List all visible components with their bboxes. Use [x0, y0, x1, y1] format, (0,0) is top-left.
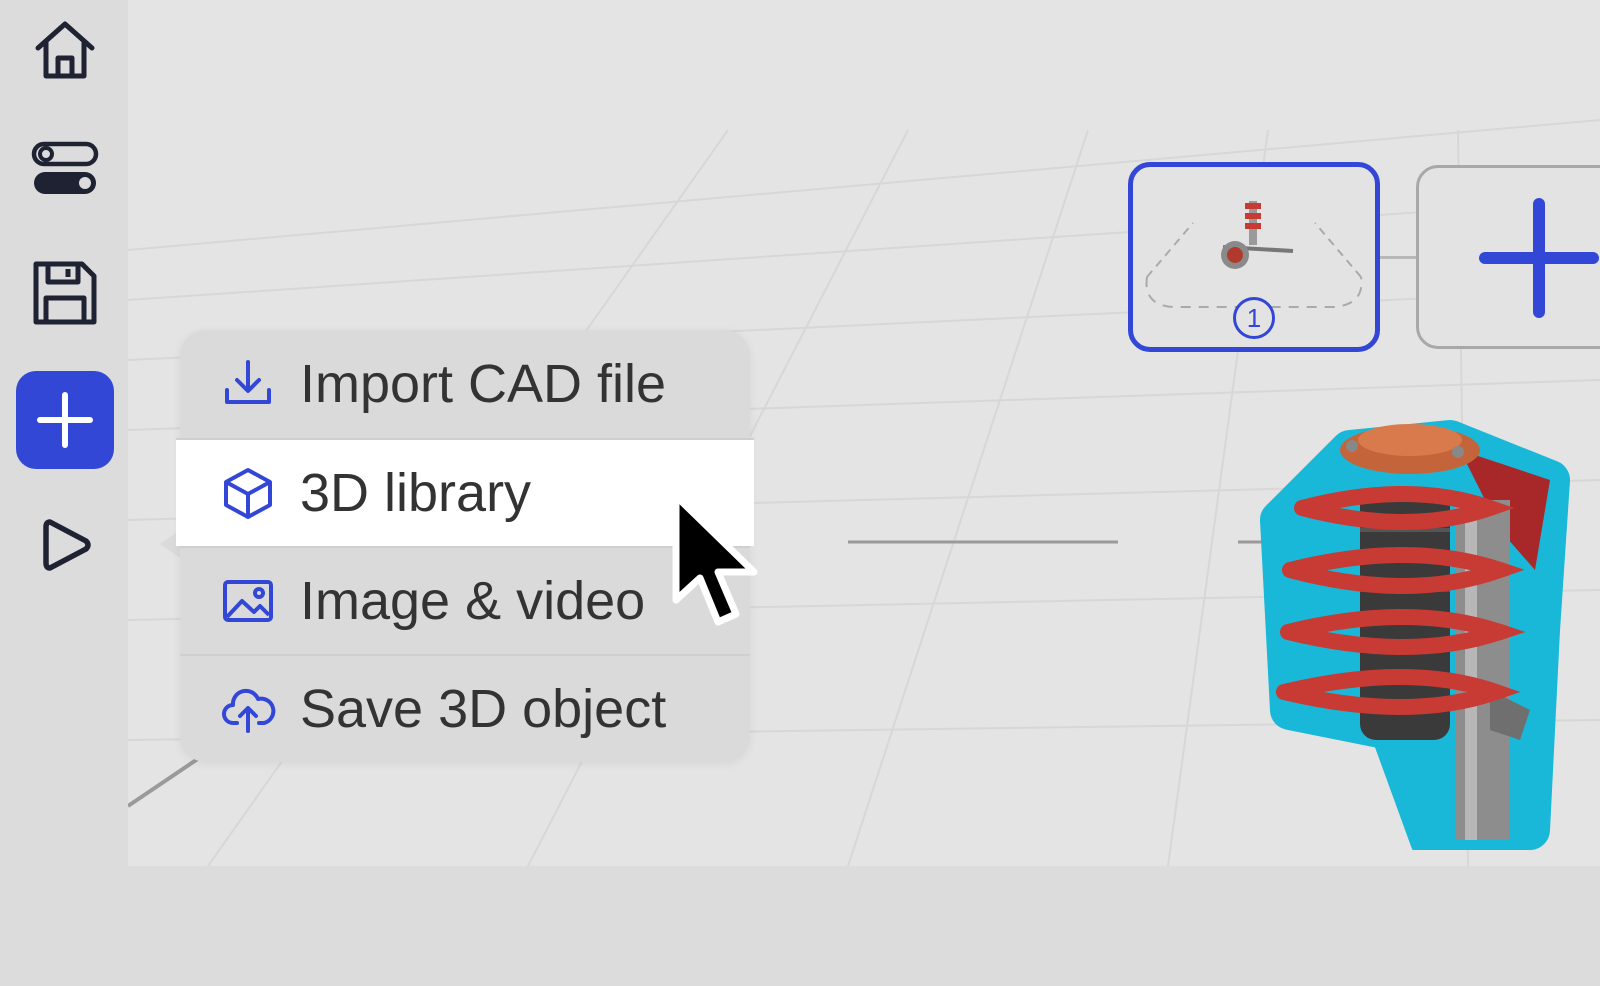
add-menu: Import CAD file 3D library Image & video…	[176, 330, 754, 762]
menu-item-label: Image & video	[300, 571, 646, 631]
menu-item-label: Save 3D object	[300, 679, 667, 739]
menu-item-image-video[interactable]: Image & video	[180, 546, 750, 654]
save-disk-icon	[33, 261, 97, 325]
home-button[interactable]	[16, 0, 114, 98]
scene-number-badge: 1	[1233, 297, 1275, 339]
settings-toggle-button[interactable]	[16, 118, 114, 216]
menu-item-label: Import CAD file	[300, 354, 667, 414]
menu-item-import-cad[interactable]: Import CAD file	[180, 330, 750, 438]
menu-item-save-3d-object[interactable]: Save 3D object	[180, 654, 750, 762]
mouse-cursor	[672, 492, 758, 626]
image-icon	[223, 580, 273, 622]
add-scene-button[interactable]	[1416, 165, 1600, 349]
plus-icon	[37, 392, 93, 448]
save-button[interactable]	[16, 244, 114, 342]
menu-item-label: 3D library	[300, 463, 532, 523]
shock-absorber-model[interactable]	[1260, 410, 1600, 850]
cloud-upload-icon	[222, 688, 276, 733]
toggles-icon	[31, 141, 99, 194]
cube-icon	[224, 468, 272, 519]
scene-connector	[1380, 256, 1416, 259]
sidebar	[0, 0, 128, 986]
download-icon	[225, 360, 271, 404]
add-button[interactable]	[16, 371, 114, 469]
play-button[interactable]	[16, 496, 114, 594]
scene-thumbnail-card[interactable]: 1	[1128, 162, 1380, 352]
play-icon	[43, 519, 91, 571]
menu-item-3d-library[interactable]: 3D library	[176, 438, 754, 546]
plus-icon	[1479, 198, 1599, 318]
home-icon	[35, 21, 95, 79]
